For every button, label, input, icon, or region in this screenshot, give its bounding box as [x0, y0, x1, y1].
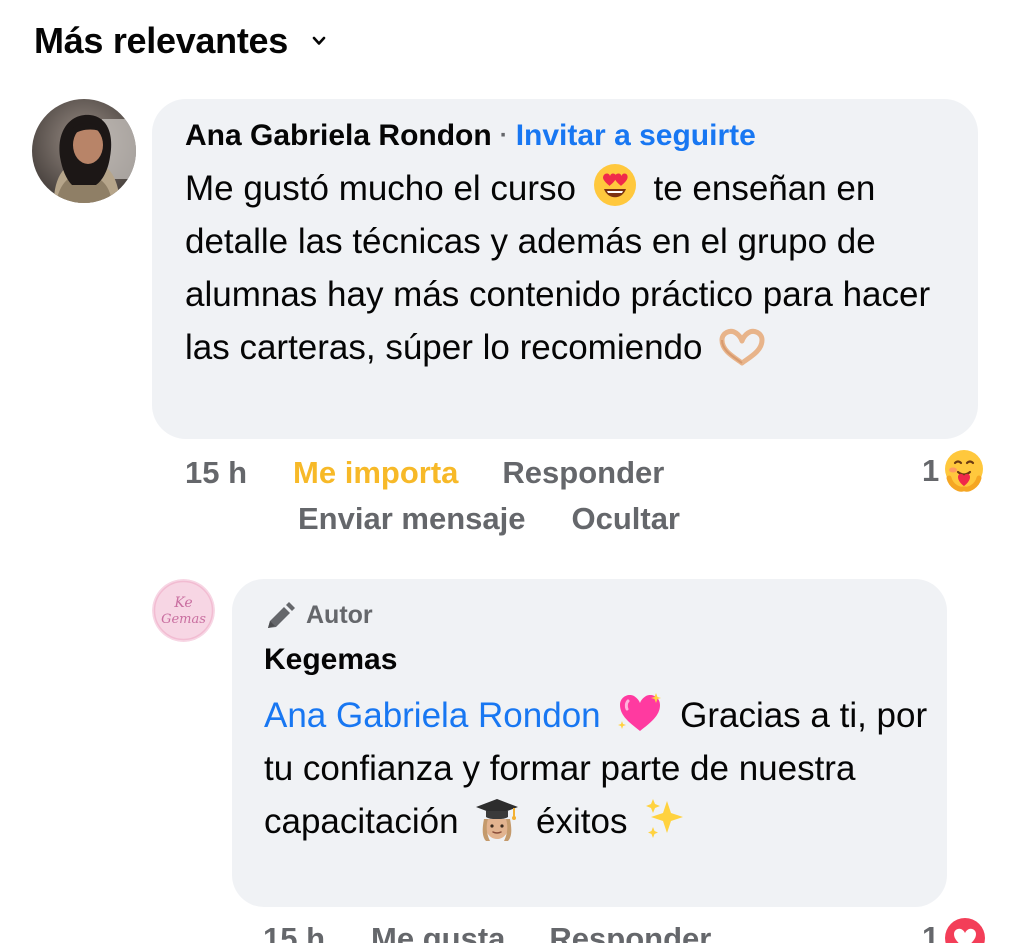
logo-text: Ke [173, 595, 192, 611]
comment-header: Ana Gabriela Rondon · Invitar a seguirte [185, 119, 756, 153]
comment-sort-dropdown[interactable]: Más relevantes [34, 18, 326, 64]
reply-actions: 15 h Me gusta Responder [263, 921, 711, 943]
reply-reaction-summary[interactable]: 1 [922, 916, 987, 943]
hide-button[interactable]: Ocultar [571, 501, 680, 537]
heart-hands-emoji-icon [719, 328, 765, 366]
comment-text-part1: Me gustó mucho el curso [185, 169, 577, 208]
sparkles-emoji-icon [646, 799, 684, 838]
comment-text: Me gustó mucho el curso te enseñan en de… [185, 162, 965, 374]
sparkling-heart-emoji-icon [618, 693, 662, 731]
care-reaction-button[interactable]: Me importa [293, 455, 458, 491]
care-hug-emoji-icon [945, 450, 984, 492]
comment-actions-row2: Enviar mensaje Ocultar [298, 501, 680, 537]
reaction-summary[interactable]: 1 [922, 448, 987, 494]
chevron-down-icon [312, 36, 326, 45]
reply-text: Ana Gabriela Rondon Gracias a ti, por tu… [264, 689, 934, 848]
avatar[interactable] [32, 99, 136, 203]
love-heart-icon [945, 918, 986, 943]
send-message-button[interactable]: Enviar mensaje [298, 501, 525, 537]
comment-actions: 15 h Me importa Responder [185, 455, 664, 491]
invite-follow-link[interactable]: Invitar a seguirte [516, 119, 756, 153]
like-button[interactable]: Me gusta [371, 921, 505, 943]
reply-avatar[interactable]: Ke Gemas [152, 579, 215, 642]
comment-bubble: Ana Gabriela Rondon · Invitar a seguirte… [152, 99, 978, 439]
pen-icon [268, 601, 295, 628]
reaction-count: 1 [922, 453, 940, 488]
reply-button[interactable]: Responder [502, 455, 664, 491]
reply-bubble: Autor Kegemas Ana Gabriela Rondon Gracia… [232, 579, 947, 907]
graduate-emoji-icon [476, 799, 519, 841]
author-badge: Autor [264, 601, 373, 630]
reply-timestamp[interactable]: 15 h [263, 921, 325, 943]
svg-text:Gemas: Gemas [161, 612, 206, 627]
comment-timestamp[interactable]: 15 h [185, 455, 247, 491]
mention-link[interactable]: Ana Gabriela Rondon [264, 696, 601, 735]
reply-text-part2: éxitos [536, 802, 628, 841]
heart-eyes-emoji-icon [593, 164, 636, 206]
comment-author-name[interactable]: Ana Gabriela Rondon [185, 119, 492, 153]
sort-label: Más relevantes [34, 20, 288, 61]
separator-dot: · [499, 122, 508, 149]
reply-author-name[interactable]: Kegemas [264, 643, 397, 677]
reply-reply-button[interactable]: Responder [549, 921, 711, 943]
author-badge-label: Autor [306, 601, 373, 629]
reply-reaction-count: 1 [922, 920, 940, 943]
